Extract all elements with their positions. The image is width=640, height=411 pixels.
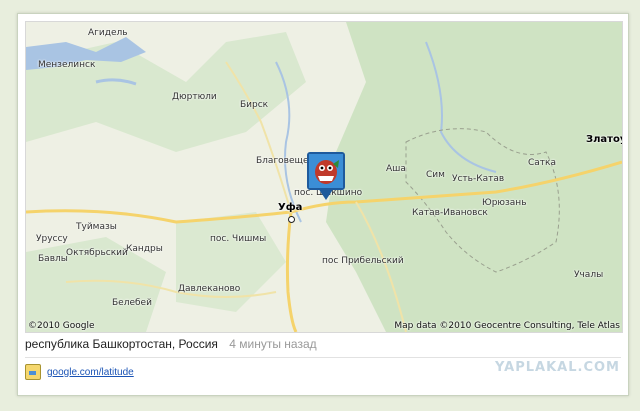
- location-marker[interactable]: [307, 152, 347, 200]
- map-label-chishmy: пос. Чишмы: [210, 234, 267, 244]
- map-label-uchaly: Учалы: [574, 270, 604, 280]
- map-label-bavly: Бавлы: [38, 254, 68, 264]
- map-label-dyurtyuli: Дюртюли: [172, 92, 217, 102]
- map-label-satka: Сатка: [528, 158, 556, 168]
- location-time: 4 минуты назад: [229, 337, 317, 351]
- map-label-davlekanovo: Давлеканово: [178, 284, 241, 294]
- map-label-yuryuzan: Юрюзань: [482, 198, 527, 208]
- location-place: республика Башкортостан, Россия: [25, 337, 218, 351]
- map-label-katav-ivanovsk: Катав-Ивановск: [412, 208, 488, 218]
- latitude-card: Агидель Мензелинск Дюртюли Бирск Благове…: [17, 13, 629, 396]
- map-label-ust-katav: Усть-Катав: [452, 174, 505, 184]
- map-label-sim: Сим: [426, 170, 445, 180]
- map-view[interactable]: Агидель Мензелинск Дюртюли Бирск Благове…: [25, 21, 623, 333]
- map-label-belebey: Белебей: [112, 298, 152, 308]
- latitude-link-row: google.com/latitude: [25, 364, 134, 380]
- latitude-link[interactable]: google.com/latitude: [47, 367, 134, 378]
- avatar-icon: [307, 152, 345, 190]
- map-label-kandry: Кандры: [126, 244, 163, 254]
- map-label-asha: Аша: [386, 164, 406, 174]
- map-attribution-google: ©2010 Google: [28, 321, 95, 331]
- watermark-logo: YAPLAKAL.COM: [495, 360, 620, 375]
- map-label-pribelsky: пос Прибельский: [322, 256, 404, 266]
- divider: [25, 357, 621, 358]
- map-label-birsk: Бирск: [240, 100, 269, 110]
- map-label-zlatoust: Златоуст: [586, 134, 622, 145]
- map-attribution-data: Map data ©2010 Geocentre Consulting, Tel…: [394, 321, 620, 331]
- marker-pin: [318, 188, 334, 200]
- map-label-ufa: Уфа: [278, 202, 303, 213]
- latitude-icon: [25, 364, 41, 380]
- map-label-menzelinsk: Мензелинск: [38, 60, 96, 70]
- ufa-city-dot: [288, 216, 295, 223]
- map-label-tuimazy: Туймазы: [76, 222, 117, 232]
- map-label-agidel: Агидель: [88, 28, 128, 38]
- map-label-urussu: Уруссу: [36, 234, 68, 244]
- location-info: республика Башкортостан, Россия 4 минуты…: [25, 337, 317, 351]
- map-label-oktyabrsky: Октябрьский: [66, 248, 128, 258]
